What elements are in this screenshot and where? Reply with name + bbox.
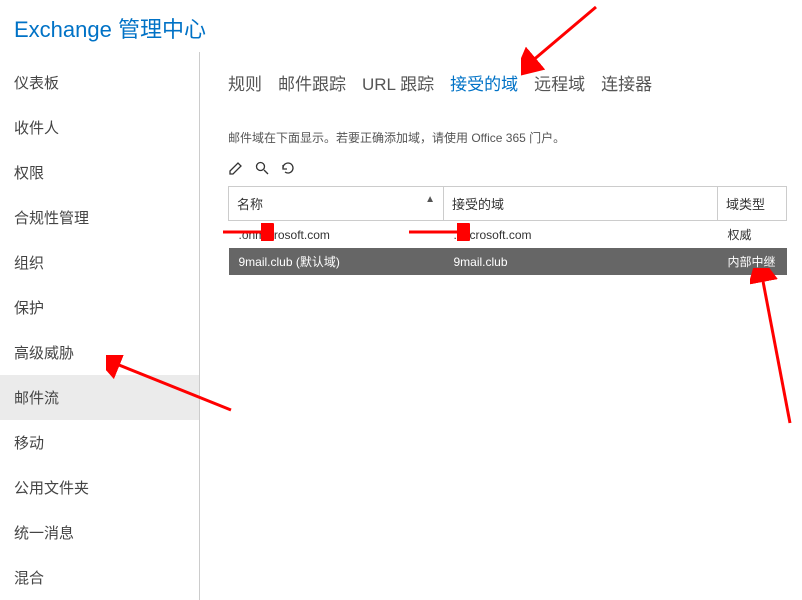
main-content: 规则 邮件跟踪 URL 跟踪 接受的域 远程域 连接器 邮件域在下面显示。若要正…: [200, 52, 802, 600]
cell-type: 内部中继: [718, 248, 787, 275]
col-label: 接受的域: [452, 197, 504, 212]
sidebar-item-label: 混合: [14, 570, 44, 587]
sidebar-item-recipients[interactable]: 收件人: [0, 105, 199, 150]
cell-type: 权威: [718, 221, 787, 249]
cell-name: 9mail.club (默认域): [229, 248, 444, 275]
sidebar-item-label: 高级威胁: [14, 345, 74, 362]
sidebar-item-label: 合规性管理: [14, 210, 89, 227]
help-text: 邮件域在下面显示。若要正确添加域，请使用 Office 365 门户。: [228, 109, 802, 154]
sidebar-item-label: 公用文件夹: [14, 480, 89, 497]
sidebar-item-label: 收件人: [14, 120, 59, 137]
sidebar-item-hybrid[interactable]: 混合: [0, 555, 199, 600]
edit-icon[interactable]: [228, 160, 244, 176]
sidebar-item-mailflow[interactable]: 邮件流: [0, 375, 199, 420]
toolbar: [228, 154, 802, 186]
search-icon[interactable]: [254, 160, 270, 176]
sidebar-item-label: 组织: [14, 255, 44, 272]
sidebar-item-label: 邮件流: [14, 390, 59, 407]
sidebar: 仪表板 收件人 权限 合规性管理 组织 保护 高级威胁 邮件流 移动 公用文件夹…: [0, 52, 200, 600]
sidebar-item-label: 权限: [14, 165, 44, 182]
sidebar-item-unified-messaging[interactable]: 统一消息: [0, 510, 199, 555]
tab-url-trace[interactable]: URL 跟踪: [362, 70, 434, 95]
col-label: 名称: [237, 197, 263, 212]
table-row[interactable]: 9mail.club (默认域) 9mail.club 内部中继: [229, 248, 787, 275]
col-type[interactable]: 域类型: [718, 187, 787, 221]
col-name[interactable]: 名称 ▲: [229, 187, 444, 221]
col-accepted[interactable]: 接受的域: [444, 187, 718, 221]
cell-accepted: .microsoft.com: [444, 221, 718, 249]
tabs: 规则 邮件跟踪 URL 跟踪 接受的域 远程域 连接器: [228, 52, 802, 109]
tab-remote-domains[interactable]: 远程域: [534, 70, 585, 95]
tab-accepted-domains[interactable]: 接受的域: [450, 70, 518, 95]
cell-accepted: 9mail.club: [444, 248, 718, 275]
header: Exchange 管理中心: [0, 0, 802, 52]
sidebar-item-advanced-threats[interactable]: 高级威胁: [0, 330, 199, 375]
page-title: Exchange 管理中心: [14, 17, 206, 42]
refresh-icon[interactable]: [280, 160, 296, 176]
tab-connectors[interactable]: 连接器: [601, 70, 652, 95]
sidebar-item-protection[interactable]: 保护: [0, 285, 199, 330]
sidebar-item-label: 移动: [14, 435, 44, 452]
tab-rules[interactable]: 规则: [228, 70, 262, 95]
col-label: 域类型: [726, 197, 765, 212]
cell-name: .onmicrosoft.com: [229, 221, 444, 249]
tab-message-trace[interactable]: 邮件跟踪: [278, 70, 346, 95]
sidebar-item-compliance[interactable]: 合规性管理: [0, 195, 199, 240]
sort-asc-icon: ▲: [425, 194, 435, 205]
sidebar-item-label: 统一消息: [14, 525, 74, 542]
sidebar-item-dashboard[interactable]: 仪表板: [0, 60, 199, 105]
table-header-row: 名称 ▲ 接受的域 域类型: [229, 187, 787, 221]
table-row[interactable]: .onmicrosoft.com .microsoft.com 权威: [229, 221, 787, 249]
sidebar-item-permissions[interactable]: 权限: [0, 150, 199, 195]
sidebar-item-label: 仪表板: [14, 75, 59, 92]
sidebar-item-mobile[interactable]: 移动: [0, 420, 199, 465]
sidebar-item-public-folders[interactable]: 公用文件夹: [0, 465, 199, 510]
domains-table: 名称 ▲ 接受的域 域类型 .onmicrosoft.com .microsof…: [228, 186, 787, 275]
sidebar-item-organization[interactable]: 组织: [0, 240, 199, 285]
sidebar-item-label: 保护: [14, 300, 44, 317]
